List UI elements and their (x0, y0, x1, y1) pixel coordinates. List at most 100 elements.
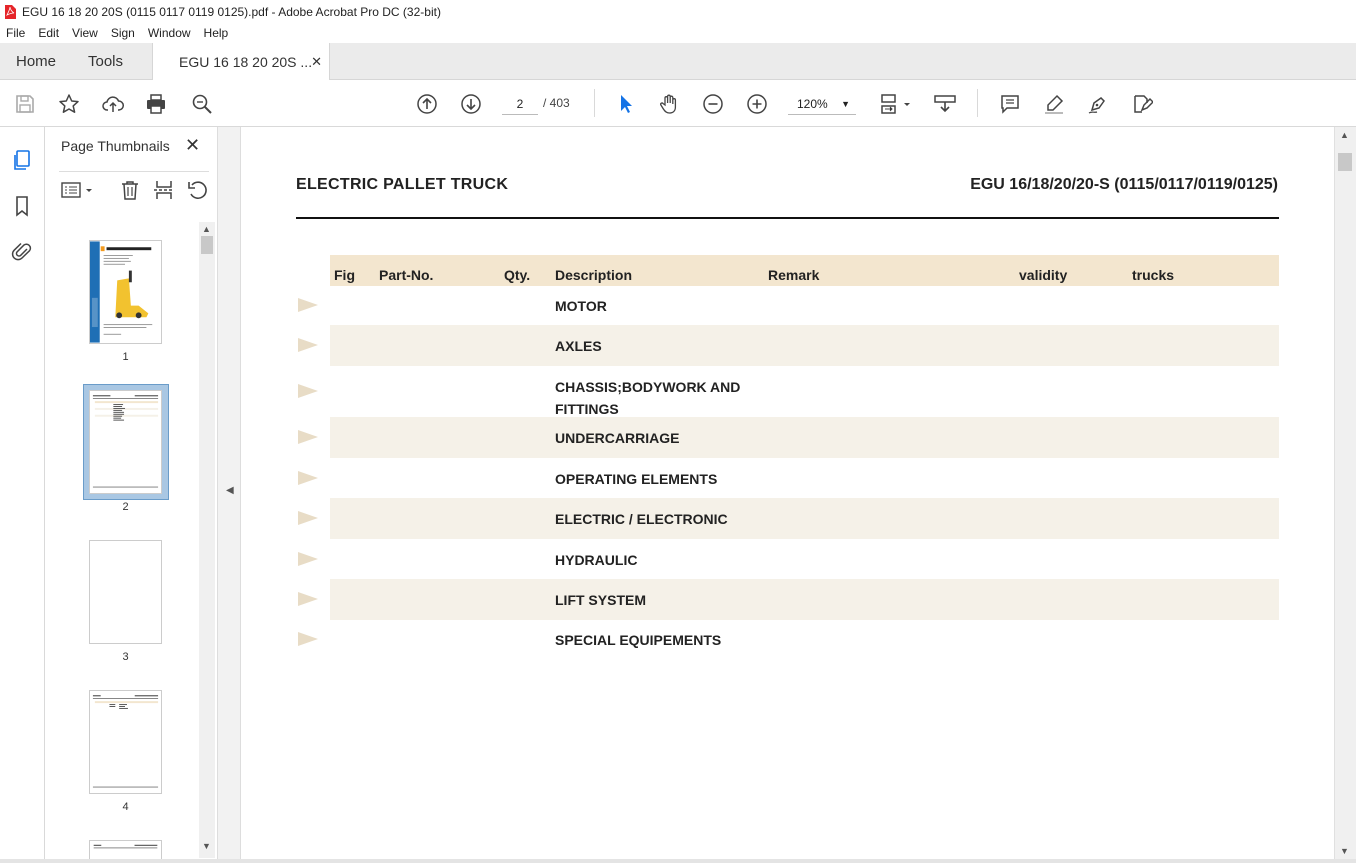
document-model: EGU 16/18/20/20-S (0115/0117/0119/0125) (970, 176, 1278, 193)
row-arrow-icon[interactable] (298, 298, 318, 312)
rotate-icon[interactable] (187, 179, 209, 201)
row-description[interactable]: ELECTRIC / ELECTRONIC (555, 511, 728, 527)
highlight-pen-icon[interactable] (1042, 92, 1066, 116)
draw-pen-icon[interactable] (1086, 92, 1110, 116)
next-page-icon[interactable] (459, 92, 483, 116)
scroll-down-arrow-icon[interactable]: ▼ (202, 841, 211, 851)
window-title: EGU 16 18 20 20S (0115 0117 0119 0125).p… (22, 4, 441, 19)
thumbnail-scrollbar[interactable]: ▲ ▼ (199, 222, 215, 858)
scroll-down-arrow-icon[interactable]: ▼ (1340, 846, 1349, 856)
table-row: UNDERCARRIAGE (330, 417, 1279, 458)
tab-document[interactable]: EGU 16 18 20 20S ... ✕ (152, 43, 330, 81)
menu-help[interactable]: Help (204, 26, 229, 40)
table-row: MOTOR (330, 286, 1279, 325)
zoom-level-select[interactable]: 120% ▼ (788, 93, 856, 115)
horizontal-scrollbar[interactable] (0, 859, 1356, 863)
zoom-in-icon[interactable] (745, 92, 769, 116)
page-thumbnail[interactable] (89, 240, 162, 344)
previous-page-icon[interactable] (415, 92, 439, 116)
page-thumbnail[interactable] (89, 690, 162, 794)
thumbnail-page-number: 1 (122, 351, 129, 363)
chevron-left-icon[interactable]: ◀ (226, 485, 234, 496)
edit-document-icon[interactable] (1130, 92, 1154, 116)
left-navigation-rail (0, 127, 45, 863)
column-validity: validity (1019, 267, 1068, 283)
scroll-up-arrow-icon[interactable]: ▲ (202, 224, 211, 234)
comment-icon[interactable] (998, 92, 1022, 116)
select-cursor-icon[interactable] (614, 92, 638, 116)
row-description[interactable]: LIFT SYSTEM (555, 592, 646, 608)
row-description-continued[interactable]: FITTINGS (555, 401, 619, 417)
parts-page-preview (92, 695, 159, 788)
document-scrollbar[interactable]: ▲ ▼ (1334, 127, 1356, 863)
tab-tools[interactable]: Tools (88, 43, 123, 80)
upload-cloud-icon[interactable] (101, 92, 125, 116)
table-row: OPERATING ELEMENTS (330, 458, 1279, 498)
thumbnail-page-number: 2 (122, 501, 129, 513)
print-icon[interactable] (144, 92, 168, 116)
zoom-search-icon[interactable] (190, 92, 214, 116)
bookmarks-icon[interactable] (11, 195, 35, 219)
menu-sign[interactable]: Sign (111, 26, 135, 40)
hand-tool-icon[interactable] (657, 92, 681, 116)
scrollbar-thumb[interactable] (201, 236, 213, 254)
cover-page-preview (90, 241, 153, 343)
chevron-down-icon: ▼ (841, 99, 850, 109)
row-arrow-icon[interactable] (298, 384, 318, 398)
fit-page-icon[interactable] (878, 92, 912, 116)
row-description[interactable]: HYDRAULIC (555, 552, 637, 568)
table-row: SPECIAL EQUIPEMENTS (330, 620, 1279, 660)
row-description[interactable]: UNDERCARRIAGE (555, 430, 679, 446)
thumbnail-list[interactable]: 1 2 3 4 (45, 227, 200, 863)
save-icon[interactable] (13, 92, 37, 116)
options-menu-icon[interactable] (61, 179, 95, 201)
row-description[interactable]: AXLES (555, 338, 602, 354)
page-thumbnail-selected[interactable] (89, 390, 162, 494)
menu-view[interactable]: View (72, 26, 98, 40)
zoom-out-icon[interactable] (701, 92, 725, 116)
page-number-input[interactable]: 2 (502, 93, 538, 115)
table-row: ELECTRIC / ELECTRONIC (330, 498, 1279, 539)
thumbnail-toolbar (59, 171, 209, 203)
scrollbar-thumb[interactable] (1338, 153, 1352, 171)
column-qty: Qty. (504, 267, 531, 283)
bookmark-star-icon[interactable] (57, 92, 81, 116)
row-description[interactable]: MOTOR (555, 298, 607, 314)
header-rule (296, 217, 1279, 219)
window-titlebar: EGU 16 18 20 20S (0115 0117 0119 0125).p… (0, 0, 1356, 23)
extract-pages-icon[interactable] (153, 179, 175, 201)
menu-edit[interactable]: Edit (38, 26, 59, 40)
scroll-mode-icon[interactable] (933, 92, 957, 116)
page-total-label: / 403 (543, 96, 570, 110)
scroll-up-arrow-icon[interactable]: ▲ (1340, 130, 1349, 140)
panel-collapse-handle[interactable]: ◀ (217, 127, 241, 863)
tab-home[interactable]: Home (16, 43, 56, 80)
row-arrow-icon[interactable] (298, 511, 318, 525)
row-arrow-icon[interactable] (298, 338, 318, 352)
row-description[interactable]: OPERATING ELEMENTS (555, 471, 717, 487)
column-trucks: trucks (1132, 267, 1175, 283)
toolbar-divider (977, 89, 978, 117)
tab-bar: Home Tools EGU 16 18 20 20S ... ✕ (0, 43, 1356, 81)
close-panel-icon[interactable]: ✕ (185, 135, 200, 156)
delete-trash-icon[interactable] (119, 179, 141, 201)
pdf-file-icon (5, 4, 16, 19)
page-thumbnails-icon[interactable] (11, 149, 35, 173)
row-arrow-icon[interactable] (298, 592, 318, 606)
menu-file[interactable]: File (6, 26, 25, 40)
row-arrow-icon[interactable] (298, 632, 318, 646)
document-view[interactable]: ELECTRIC PALLET TRUCK EGU 16/18/20/20-S … (241, 127, 1334, 863)
row-arrow-icon[interactable] (298, 552, 318, 566)
thumbnail-page-number: 3 (122, 651, 129, 663)
page-thumbnail[interactable] (89, 540, 162, 644)
column-remark: Remark (768, 267, 820, 283)
attachments-paperclip-icon[interactable] (11, 240, 35, 264)
toolbar-divider (594, 89, 595, 117)
zoom-level-value: 120% (797, 97, 828, 111)
close-tab-icon[interactable]: ✕ (311, 54, 322, 70)
row-arrow-icon[interactable] (298, 430, 318, 444)
row-description[interactable]: SPECIAL EQUIPEMENTS (555, 632, 721, 648)
row-arrow-icon[interactable] (298, 471, 318, 485)
menu-window[interactable]: Window (148, 26, 191, 40)
row-description[interactable]: CHASSIS;BODYWORK AND (555, 379, 740, 395)
